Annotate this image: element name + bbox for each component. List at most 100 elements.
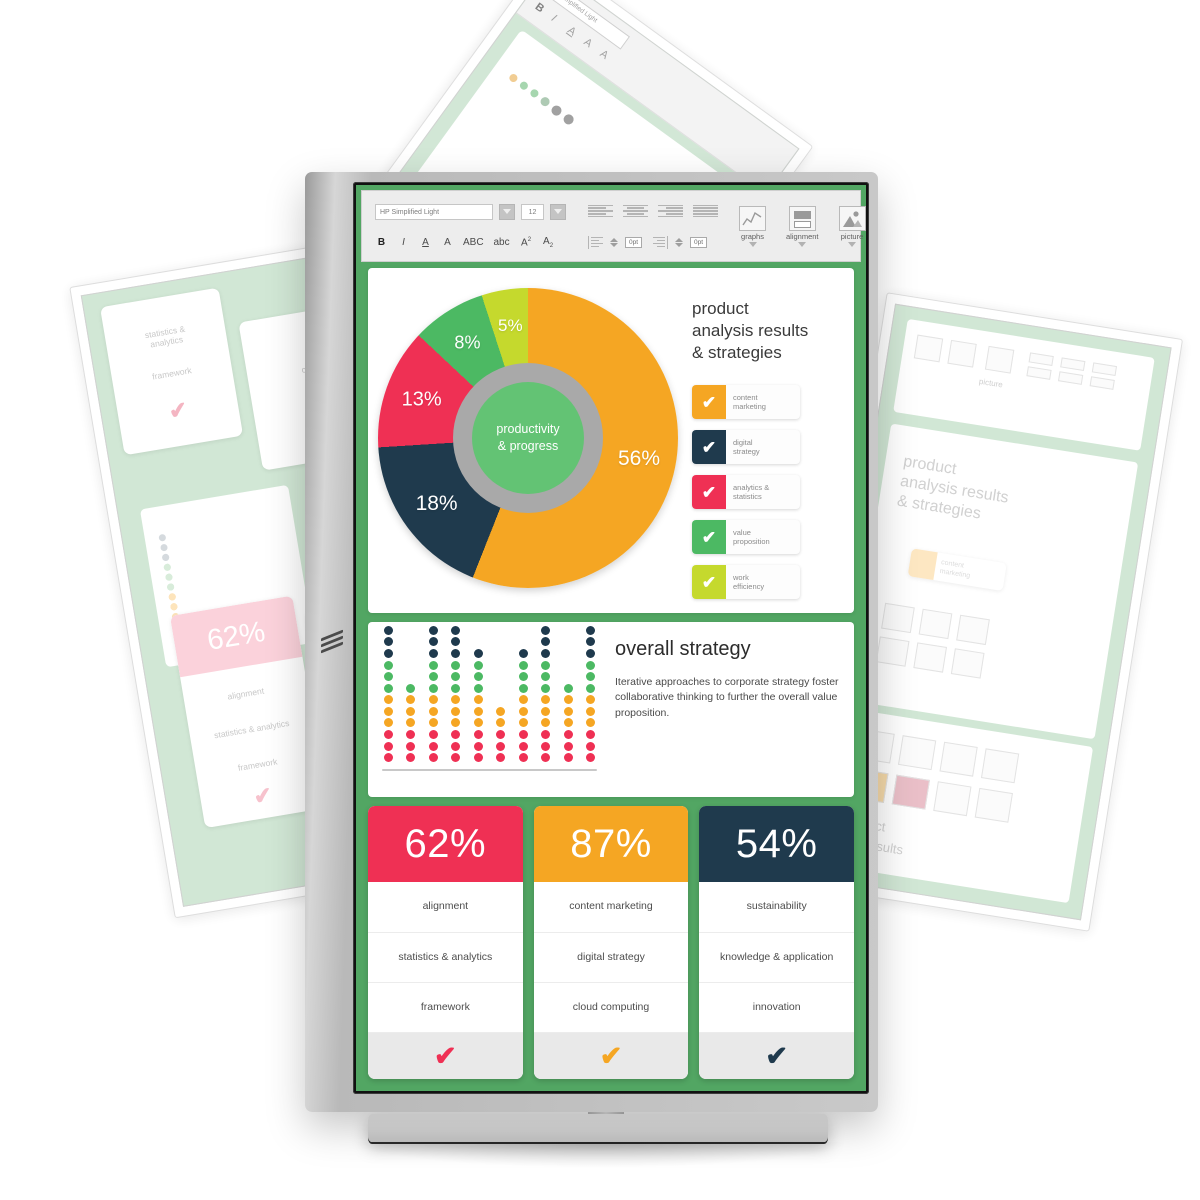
strategy-text-block: overall strategy Iterative approaches to… (597, 636, 840, 787)
underline-button[interactable]: A (419, 237, 432, 248)
monitor-base (368, 1114, 828, 1142)
dot (473, 718, 483, 728)
dot (541, 637, 551, 647)
italic-button[interactable]: I (397, 237, 410, 248)
dot (428, 637, 438, 647)
dot-column (518, 648, 528, 763)
dot-column (563, 683, 573, 763)
indent-left-stepper[interactable] (610, 237, 618, 247)
dot (451, 648, 461, 658)
align-justify-button[interactable] (693, 204, 718, 219)
dot (406, 695, 416, 705)
title-line-2: analysis results (692, 320, 809, 340)
legend-item-4[interactable]: ✔ work efficiency (692, 565, 800, 600)
picture-button[interactable]: picture (833, 195, 866, 257)
dot (541, 648, 551, 658)
indent-left-value[interactable]: 0pt (625, 236, 643, 248)
stat-card-percent: 62% (368, 806, 523, 883)
indent-right-value[interactable]: 0pt (690, 236, 708, 248)
graphs-chevron-down-icon[interactable] (748, 241, 757, 247)
font-size-input[interactable]: 12 (521, 203, 544, 220)
subscript-button[interactable]: A2 (542, 236, 555, 249)
dot (563, 683, 573, 693)
dot (473, 683, 483, 693)
dot (384, 695, 393, 705)
font-name-input[interactable]: HP Simplified Light (375, 203, 493, 220)
dot (563, 730, 573, 740)
donut-legend-column: product analysis results & strategies ✔ c… (678, 282, 844, 600)
stat-card-row[interactable]: framework (368, 983, 523, 1033)
indent-increase-button[interactable] (588, 235, 603, 249)
font-color-button[interactable]: A (441, 237, 454, 248)
donut-center-line1: productivity (496, 422, 560, 437)
stat-card-check-icon: ✔ (533, 1033, 689, 1079)
stat-card-row[interactable]: alignment (368, 882, 523, 933)
dot (518, 672, 528, 682)
dot (428, 660, 438, 670)
dot (585, 660, 595, 670)
monitor-portrait: HP Simplified Light 12 B I A A ABC abc A… (305, 172, 878, 1112)
monitor-base-shadow (350, 1142, 850, 1168)
dot (518, 683, 528, 693)
dot (518, 730, 528, 740)
strategy-panel: overall strategy Iterative approaches to… (368, 622, 854, 798)
stat-card-check-icon: ✔ (699, 1033, 855, 1079)
dot (451, 741, 461, 751)
dot (451, 730, 461, 740)
dot-column (451, 625, 461, 763)
indent-right-stepper[interactable] (675, 237, 684, 247)
legend-check-icon: ✔ (692, 430, 726, 465)
dot-column (541, 625, 551, 763)
stat-card-row[interactable]: cloud computing (533, 983, 689, 1033)
dot (406, 730, 416, 740)
stat-card-0[interactable]: 62% alignment statistics & analytics framew… (368, 806, 523, 1079)
legend-item-1[interactable]: ✔ digital strategy (692, 430, 800, 465)
picture-chevron-down-icon[interactable] (848, 241, 857, 247)
stat-card-row[interactable]: digital strategy (533, 933, 689, 983)
dot (518, 695, 528, 705)
dot (451, 672, 461, 682)
image-icon (842, 210, 862, 227)
align-center-button[interactable] (623, 204, 648, 219)
toolbar-row-indent: 0pt 0pt (588, 235, 718, 249)
stat-card-row[interactable]: innovation (699, 983, 855, 1033)
superscript-button[interactable]: A2 (520, 237, 533, 248)
alignment-chevron-down-icon[interactable] (798, 241, 807, 247)
dot (496, 706, 506, 716)
stat-card-1[interactable]: 87% content marketing digital strategy clou… (533, 806, 689, 1079)
alignment-button[interactable]: alignment (780, 195, 825, 257)
dot (384, 637, 393, 647)
stat-card-row[interactable]: knowledge & application (699, 933, 855, 983)
dot (518, 648, 528, 658)
lowercase-button[interactable]: abc (493, 237, 511, 248)
legend-check-icon: ✔ (692, 475, 726, 510)
stat-card-row[interactable]: statistics & analytics (368, 933, 523, 983)
dot (473, 753, 483, 763)
dot (563, 706, 573, 716)
legend-check-icon: ✔ (692, 565, 726, 600)
graphs-button[interactable]: graphs (733, 195, 772, 257)
dot (451, 625, 461, 635)
dot (563, 741, 573, 751)
font-name-dropdown-icon[interactable] (499, 203, 515, 220)
legend-item-label: work efficiency (733, 572, 765, 592)
legend-item-3[interactable]: ✔ value proposition (692, 520, 800, 555)
align-left-button[interactable] (588, 204, 613, 219)
bold-button[interactable]: B (375, 237, 388, 248)
stat-card-2[interactable]: 54% sustainability knowledge & application… (699, 806, 855, 1079)
align-right-button[interactable] (658, 204, 683, 219)
dot (585, 683, 595, 693)
dot (541, 695, 551, 705)
legend-item-2[interactable]: ✔ analytics & statistics (692, 475, 800, 510)
toolbar-group-paragraph: 0pt 0pt (581, 195, 725, 257)
ghost-stat-row-1: alignment (226, 685, 265, 702)
legend-item-0[interactable]: ✔ content marketing (692, 385, 800, 420)
donut-center-label: productivity & progress (472, 382, 584, 494)
dot (563, 695, 573, 705)
font-size-dropdown-icon[interactable] (550, 203, 566, 220)
dot (473, 660, 483, 670)
stat-card-row[interactable]: content marketing (533, 882, 689, 933)
indent-decrease-button[interactable] (653, 235, 669, 249)
uppercase-button[interactable]: ABC (463, 237, 484, 248)
stat-card-row[interactable]: sustainability (699, 882, 855, 933)
